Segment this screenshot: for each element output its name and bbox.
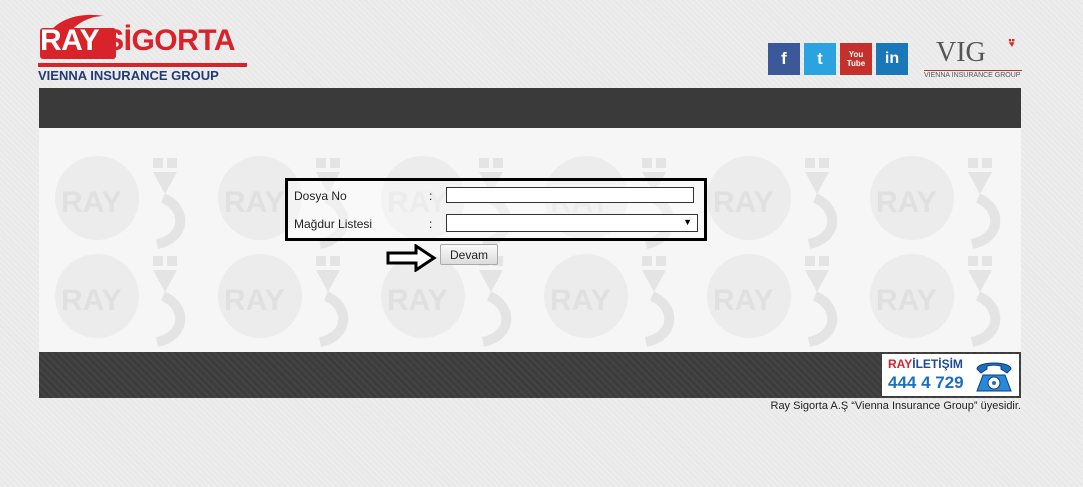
linkedin-glyph: in [884,50,900,67]
watermark-logo: RAY [707,156,838,249]
watermark-logo: RAY [55,156,186,249]
footer-bar [39,352,1021,398]
dropdown-caret-icon: ▼ [683,217,692,227]
top-nav-bar [39,88,1021,128]
footer-membership-note: Ray Sigorta A.Ş “Vienna Insurance Group”… [770,400,1022,412]
contact-phone-number: 444 4 729 [888,373,964,392]
watermark-logo: RAY [870,254,1001,347]
vig-mark-icon [1008,39,1015,47]
contact-title: RAYİLETİŞİM [888,357,963,371]
watermark-text: RAY [550,284,611,317]
vig-divider [924,70,1022,71]
watermark-text: RAY [713,186,774,219]
vig-wordmark: VIG [936,37,986,68]
ray-sigorta-logo[interactable]: RAY SİGORTA VIENNA INSURANCE GROUP [38,6,250,86]
dosya-row: Dosya No : [294,186,698,206]
magdur-row: Mağdur Listesi : ▼ [294,214,698,234]
watermark-text: RAY [224,284,285,317]
dosya-no-input[interactable] [446,187,694,203]
watermark-logo: RAY [870,156,1001,249]
twitter-glyph: t [817,49,823,68]
devam-button[interactable]: Devam [440,244,498,265]
facebook-glyph: f [781,49,787,68]
contact-iletisim-text: İLETİŞİM [912,357,963,371]
youtube-icon[interactable]: You Tube [840,43,872,75]
watermark-logo: RAY [544,254,675,347]
facebook-icon[interactable]: f [768,43,800,75]
watermark-text: RAY [876,186,937,219]
watermark-logo: RAY [707,254,838,347]
vig-logo[interactable]: VIG VIENNA INSURANCE GROUP [922,37,1024,83]
logo-sigorta-text: SİGORTA [104,24,236,57]
ray-iletisim-contact[interactable]: RAYİLETİŞİM 444 4 729 [882,354,1019,396]
logo-ray-text: RAY [40,24,100,57]
dosya-label: Dosya No [294,189,347,203]
dosya-colon: : [429,189,433,203]
logo-divider [38,63,247,67]
social-links: f t You Tube in [768,43,908,75]
logo-wordmark: RAY SİGORTA [40,24,236,57]
logo-subtitle: VIENNA INSURANCE GROUP [38,68,219,83]
watermark-text: RAY [61,284,122,317]
youtube-glyph-bottom: Tube [846,59,866,68]
watermark-text: RAY [876,284,937,317]
watermark-logo: RAY [55,254,186,347]
magdur-listesi-select[interactable]: ▼ [446,214,698,232]
contact-ray-text: RAY [888,357,913,371]
vig-subtitle: VIENNA INSURANCE GROUP [924,72,1021,79]
watermark-text: RAY [387,284,448,317]
youtube-glyph-top: You [848,50,864,59]
magdur-colon: : [429,217,433,231]
twitter-icon[interactable]: t [804,43,836,75]
telephone-icon [976,362,1012,392]
watermark-logo: RAY [218,254,349,347]
linkedin-icon[interactable]: in [876,43,908,75]
watermark-text: RAY [224,186,285,219]
claim-form: Dosya No : Mağdur Listesi : ▼ [285,178,707,241]
arrow-right-icon [386,244,437,272]
watermark-text: RAY [61,186,122,219]
magdur-label: Mağdur Listesi [294,217,373,231]
watermark-text: RAY [713,284,774,317]
